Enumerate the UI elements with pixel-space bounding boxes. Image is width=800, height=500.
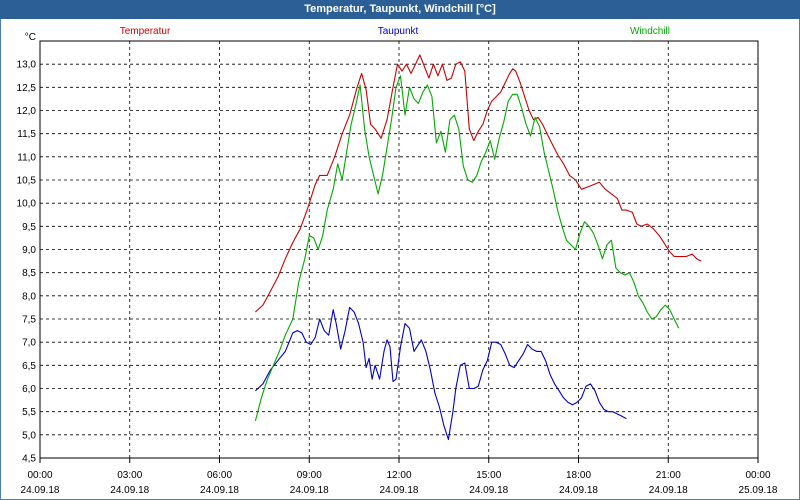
x-tick-time: 03:00 <box>117 470 142 481</box>
y-axis-label: °C <box>25 32 36 43</box>
x-tick-time: 00:00 <box>27 470 52 481</box>
x-tick-time: 12:00 <box>386 470 411 481</box>
y-tick-label: 8,0 <box>22 291 36 302</box>
y-tick-label: 7,5 <box>22 315 36 326</box>
y-tick-label: 5,5 <box>22 407 36 418</box>
y-tick-label: 9,5 <box>22 222 36 233</box>
y-tick-label: 4,5 <box>22 454 36 465</box>
x-tick-date: 24.09.18 <box>290 485 329 496</box>
y-tick-label: 11,0 <box>17 152 36 163</box>
x-tick-date: 24.09.18 <box>200 485 239 496</box>
y-tick-label: 9,0 <box>22 245 36 256</box>
x-tick-date: 25.09.18 <box>739 485 778 496</box>
legend-temperatur: Temperatur <box>120 26 171 37</box>
x-tick-date: 24.09.18 <box>649 485 688 496</box>
x-tick-date: 24.09.18 <box>559 485 598 496</box>
y-tick-label: 5,0 <box>22 430 36 441</box>
y-tick-label: 6,5 <box>22 361 36 372</box>
x-tick-time: 06:00 <box>207 470 232 481</box>
x-tick-date: 24.09.18 <box>21 485 60 496</box>
y-tick-label: 12,5 <box>17 83 37 94</box>
y-tick-label: 10,5 <box>17 176 37 187</box>
x-tick-date: 24.09.18 <box>380 485 419 496</box>
x-tick-time: 18:00 <box>566 470 591 481</box>
chart-area: 4,5 5,0 5,5 6,0 6,5 7,0 7,5 8,0 8,5 9,0 9,5 10,0 10,… <box>17 26 778 496</box>
x-tick-time: 09:00 <box>297 470 322 481</box>
legend-taupunkt: Taupunkt <box>378 26 419 37</box>
y-tick-label: 8,5 <box>22 268 36 279</box>
x-tick-time: 00:00 <box>745 470 770 481</box>
y-tick-label: 6,0 <box>22 384 36 395</box>
legend-windchill: Windchill <box>630 26 670 37</box>
x-tick-time: 15:00 <box>476 470 501 481</box>
y-tick-label: 10,0 <box>17 199 37 210</box>
y-tick-label: 11,5 <box>17 129 36 140</box>
y-tick-label: 13,0 <box>17 60 37 71</box>
x-tick-date: 24.09.18 <box>469 485 508 496</box>
x-tick-date: 24.09.18 <box>110 485 149 496</box>
y-tick-label: 12,0 <box>17 106 37 117</box>
x-tick-time: 21:00 <box>656 470 681 481</box>
y-tick-label: 7,0 <box>22 338 36 349</box>
